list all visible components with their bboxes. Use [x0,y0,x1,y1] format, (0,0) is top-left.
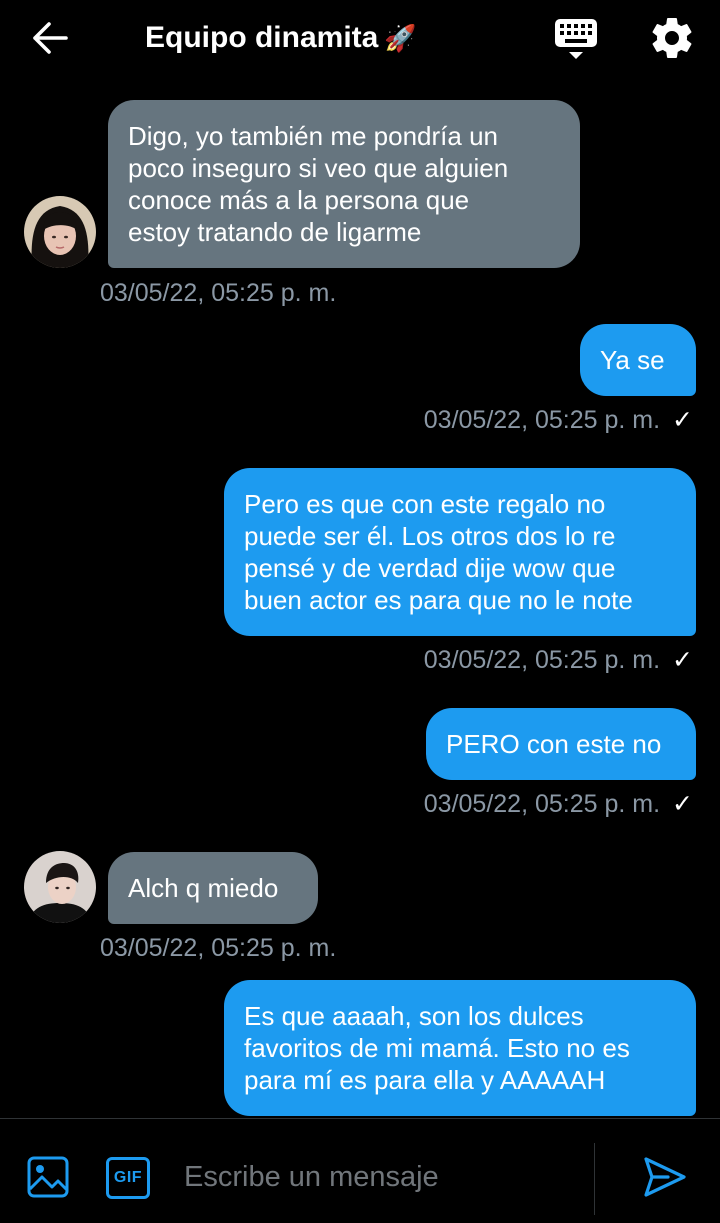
gear-icon [652,18,692,58]
message-timestamp: 03/05/22, 05:25 p. m. ✓ [424,789,693,819]
image-icon [27,1156,69,1198]
message-timestamp: 03/05/22, 05:25 p. m. ✓ [424,645,693,675]
keyboard-icon [555,19,597,59]
message-bubble-outgoing[interactable]: Pero es que con este regalo no puede ser… [224,468,696,636]
message-composer: GIF [0,1118,720,1223]
send-button[interactable] [640,1153,688,1201]
sent-check-icon: ✓ [672,790,693,818]
timestamp-text: 03/05/22, 05:25 p. m. [423,406,661,434]
avatar[interactable] [24,196,96,268]
message-bubble-incoming[interactable]: Alch q miedo [108,852,318,924]
avatar[interactable] [24,851,96,923]
sent-check-icon: ✓ [672,646,693,674]
composer-divider [594,1143,595,1215]
add-image-button[interactable] [26,1155,70,1199]
keyboard-button[interactable] [552,14,600,62]
avatar-photo [24,851,96,923]
message-bubble-outgoing[interactable]: Es que aaaah, son los dulces favoritos d… [224,980,696,1116]
message-bubble-outgoing[interactable]: PERO con este no [426,708,696,780]
gif-button[interactable]: GIF [106,1157,150,1199]
settings-button[interactable] [648,14,696,62]
timestamp-text: 03/05/22, 05:25 p. m. [423,646,661,674]
conversation-header: Equipo dinamita 🚀 [0,0,720,76]
send-icon [644,1157,686,1197]
message-bubble-incoming[interactable]: Digo, yo también me pondría un poco inse… [108,100,580,268]
message-timestamp: 03/05/22, 05:25 p. m. [100,933,336,963]
conversation-title[interactable]: Equipo dinamita 🚀 [145,18,417,59]
arrow-left-icon [33,22,68,54]
message-timestamp: 03/05/22, 05:25 p. m. ✓ [424,405,693,435]
back-button[interactable] [32,18,80,58]
timestamp-text: 03/05/22, 05:25 p. m. [100,934,337,962]
gif-label: GIF [113,1169,143,1186]
message-timestamp: 03/05/22, 05:25 p. m. [100,278,336,308]
rocket-emoji: 🚀 [384,24,417,54]
message-bubble-outgoing[interactable]: Ya se [580,324,696,396]
sent-check-icon: ✓ [672,406,693,434]
conversation-title-text: Equipo dinamita [145,21,379,54]
message-input[interactable] [184,1153,564,1201]
timestamp-text: 03/05/22, 05:25 p. m. [423,790,661,818]
timestamp-text: 03/05/22, 05:25 p. m. [100,279,337,307]
avatar-photo [24,196,96,268]
